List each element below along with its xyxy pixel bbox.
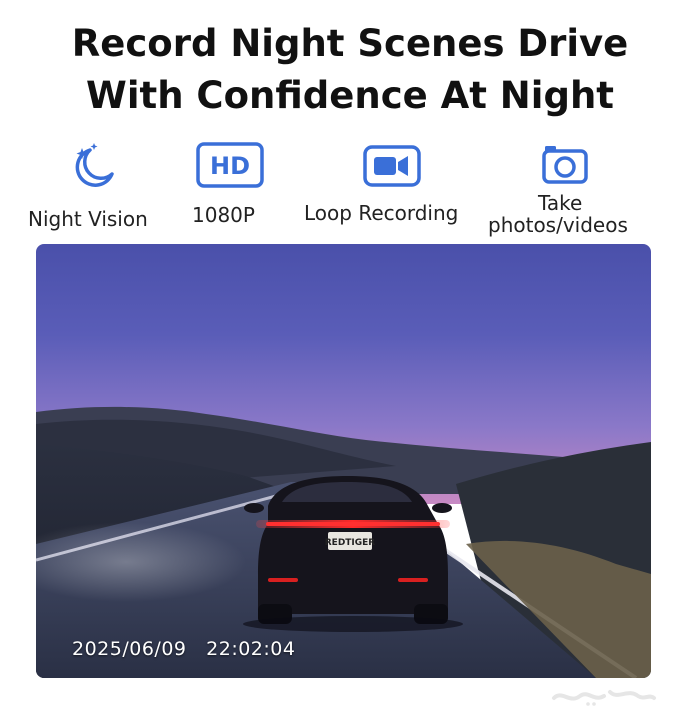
- feature-label: 1080P: [192, 203, 255, 227]
- photo-camera-icon: [541, 140, 589, 190]
- feature-label-line-2: photos/videos: [488, 213, 628, 237]
- feature-take-photos: Take photos/videos: [485, 140, 650, 240]
- feature-label: Night Vision: [28, 207, 148, 231]
- feature-row: Night Vision HD 1080P Loop Recording Tak…: [0, 140, 700, 240]
- moon-stars-icon: [68, 140, 120, 196]
- feature-loop-recording: Loop Recording: [300, 140, 480, 240]
- watermark-logo: [548, 684, 658, 708]
- license-plate: REDTIGER: [325, 538, 376, 548]
- headline-line-1: Record Night Scenes Drive: [71, 22, 629, 65]
- timestamp-date: 2025/06/09: [72, 638, 187, 660]
- feature-label-line-1: Take: [538, 191, 583, 215]
- hd-icon-text: HD: [210, 152, 250, 180]
- hd-icon: HD: [196, 142, 264, 192]
- night-drive-photo: REDTIGER: [36, 244, 651, 678]
- photo-timestamp: 2025/06/09 22:02:04: [72, 638, 295, 660]
- headline: Record Night Scenes Drive With Confidenc…: [0, 18, 700, 122]
- feature-label: Loop Recording: [304, 201, 459, 225]
- timestamp-time: 22:02:04: [206, 638, 296, 660]
- feature-1080p: HD 1080P: [180, 140, 280, 240]
- video-camera-icon: [362, 144, 422, 192]
- feature-night-vision: Night Vision: [0, 140, 190, 240]
- headline-line-2: With Confidence At Night: [86, 74, 614, 117]
